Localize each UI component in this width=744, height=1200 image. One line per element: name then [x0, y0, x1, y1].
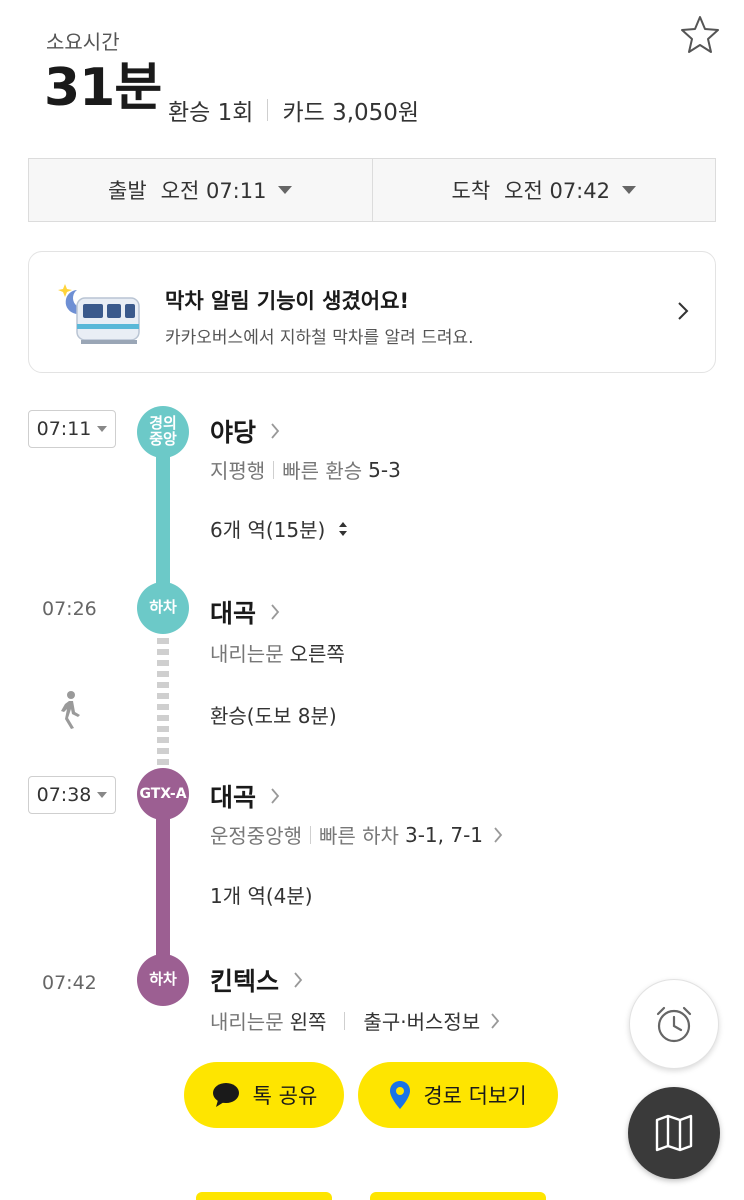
caret-down-icon: [97, 426, 108, 432]
line-badge-label: GTX-A: [139, 785, 187, 802]
depart-time: 오전 07:11: [160, 179, 267, 203]
map-icon: [655, 1114, 693, 1152]
line-badge-line2: 중앙: [149, 430, 177, 448]
caret-down-icon: [97, 792, 108, 798]
chevron-right-icon: [271, 788, 280, 804]
exit-bus-info-link[interactable]: 출구·버스정보: [363, 1006, 480, 1035]
alarm-button[interactable]: [629, 979, 719, 1069]
direction: 운정중앙행: [210, 824, 302, 848]
leg1-detail: 지평행 빠른 환승 5-3: [210, 455, 401, 484]
next-button-peek: [370, 1192, 546, 1200]
map-button[interactable]: [628, 1087, 720, 1179]
duration-label: 소요시간: [46, 30, 120, 54]
leg2-station[interactable]: 대곡: [210, 778, 280, 814]
night-train-icon: [58, 284, 140, 344]
walk-transfer: 환승(도보 8분): [210, 700, 337, 729]
door-value: 왼쪽: [289, 1010, 327, 1034]
divider: [273, 460, 275, 479]
leg1-time: 07:11: [36, 418, 92, 440]
chevron-right-icon: [678, 302, 689, 320]
divider: [310, 825, 311, 844]
alight-badge: 하차: [137, 582, 189, 634]
share-label: 톡 공유: [252, 1084, 318, 1108]
stops-count: 6개 역(15분): [210, 518, 326, 542]
station-name: 대곡: [210, 599, 257, 628]
time-bar: 출발 오전 07:11 도착 오전 07:42: [28, 158, 716, 222]
banner-subtitle: 카카오버스에서 지하철 막차를 알려 드려요.: [165, 328, 474, 348]
door-value: 오른쪽: [289, 642, 345, 666]
door-label: 내리는문: [210, 1010, 284, 1034]
fast-exit-label: 빠른 하차: [319, 824, 399, 848]
direction: 지평행: [210, 459, 266, 483]
fast-transfer-value: 5-3: [368, 457, 401, 482]
walk-segment: [157, 638, 169, 768]
chevron-right-icon: [294, 972, 303, 988]
alight2-station[interactable]: 킨텍스: [210, 962, 303, 998]
route-summary: 환승 1회 카드 3,050원: [168, 93, 419, 127]
depart-time-selector[interactable]: 출발 오전 07:11: [29, 159, 372, 221]
door-label: 내리는문: [210, 642, 284, 666]
updown-icon: [339, 521, 348, 536]
arrive-label: 도착: [451, 179, 491, 203]
walk-text: 환승(도보 8분): [210, 704, 337, 728]
chevron-right-icon: [491, 1012, 500, 1029]
gtx-a-line-segment: [156, 796, 170, 980]
alight2-door: 내리는문 왼쪽 출구·버스정보: [210, 1006, 500, 1035]
leg2-stops: 1개 역(4분): [210, 880, 313, 909]
alight1-door: 내리는문 오른쪽: [210, 638, 345, 667]
caret-down-icon: [621, 186, 636, 194]
share-button[interactable]: 톡 공유: [184, 1062, 344, 1128]
station-name: 킨텍스: [210, 967, 280, 996]
location-pin-icon: [390, 1081, 411, 1109]
banner-title: 막차 알림 기능이 생겼어요!: [165, 289, 410, 313]
duration-value: 31분: [44, 58, 162, 118]
station-name: 대곡: [210, 783, 257, 812]
alarm-clock-icon: [656, 1006, 692, 1043]
alight-badge: 하차: [137, 954, 189, 1006]
fast-exit-value: 3-1, 7-1: [404, 822, 484, 847]
star-icon[interactable]: [680, 14, 720, 54]
fare: 카드 3,050원: [282, 100, 420, 126]
divider: [267, 99, 269, 121]
gyeongui-line-badge: 경의 중앙: [137, 406, 189, 458]
last-train-banner[interactable]: 막차 알림 기능이 생겼어요! 카카오버스에서 지하철 막차를 알려 드려요.: [28, 251, 716, 373]
alight1-station[interactable]: 대곡: [210, 594, 280, 630]
alight1-time: 07:26: [42, 598, 97, 620]
chevron-right-icon: [494, 826, 503, 843]
caret-down-icon: [278, 186, 293, 194]
walk-icon: [61, 691, 80, 729]
chevron-right-icon: [271, 423, 280, 439]
depart-label: 출발: [108, 179, 147, 203]
alight-badge-label: 하차: [149, 598, 177, 617]
leg2-time-selector[interactable]: 07:38: [28, 776, 116, 814]
alight2-time: 07:42: [42, 972, 97, 994]
leg1-stops-toggle[interactable]: 6개 역(15분): [210, 514, 349, 543]
leg2-detail[interactable]: 운정중앙행 빠른 하차 3-1, 7-1: [210, 820, 503, 849]
gtx-a-line-badge: GTX-A: [137, 768, 189, 820]
stops-count: 1개 역(4분): [210, 884, 313, 908]
next-button-peek: [196, 1192, 332, 1200]
leg1-station[interactable]: 야당: [210, 413, 280, 449]
leg1-time-selector[interactable]: 07:11: [28, 410, 116, 448]
chevron-right-icon: [271, 604, 280, 620]
divider: [344, 1011, 346, 1030]
alight-badge-label: 하차: [149, 970, 177, 989]
arrive-time: 오전 07:42: [504, 179, 610, 203]
station-name: 야당: [210, 418, 257, 447]
leg2-time: 07:38: [36, 784, 92, 806]
fast-transfer-label: 빠른 환승: [282, 459, 363, 483]
chat-bubble-icon: [212, 1083, 239, 1107]
transfer-count: 환승 1회: [168, 100, 254, 126]
arrive-time-selector[interactable]: 도착 오전 07:42: [371, 159, 716, 221]
more-routes-button[interactable]: 경로 더보기: [358, 1062, 558, 1128]
more-routes-label: 경로 더보기: [423, 1084, 527, 1108]
